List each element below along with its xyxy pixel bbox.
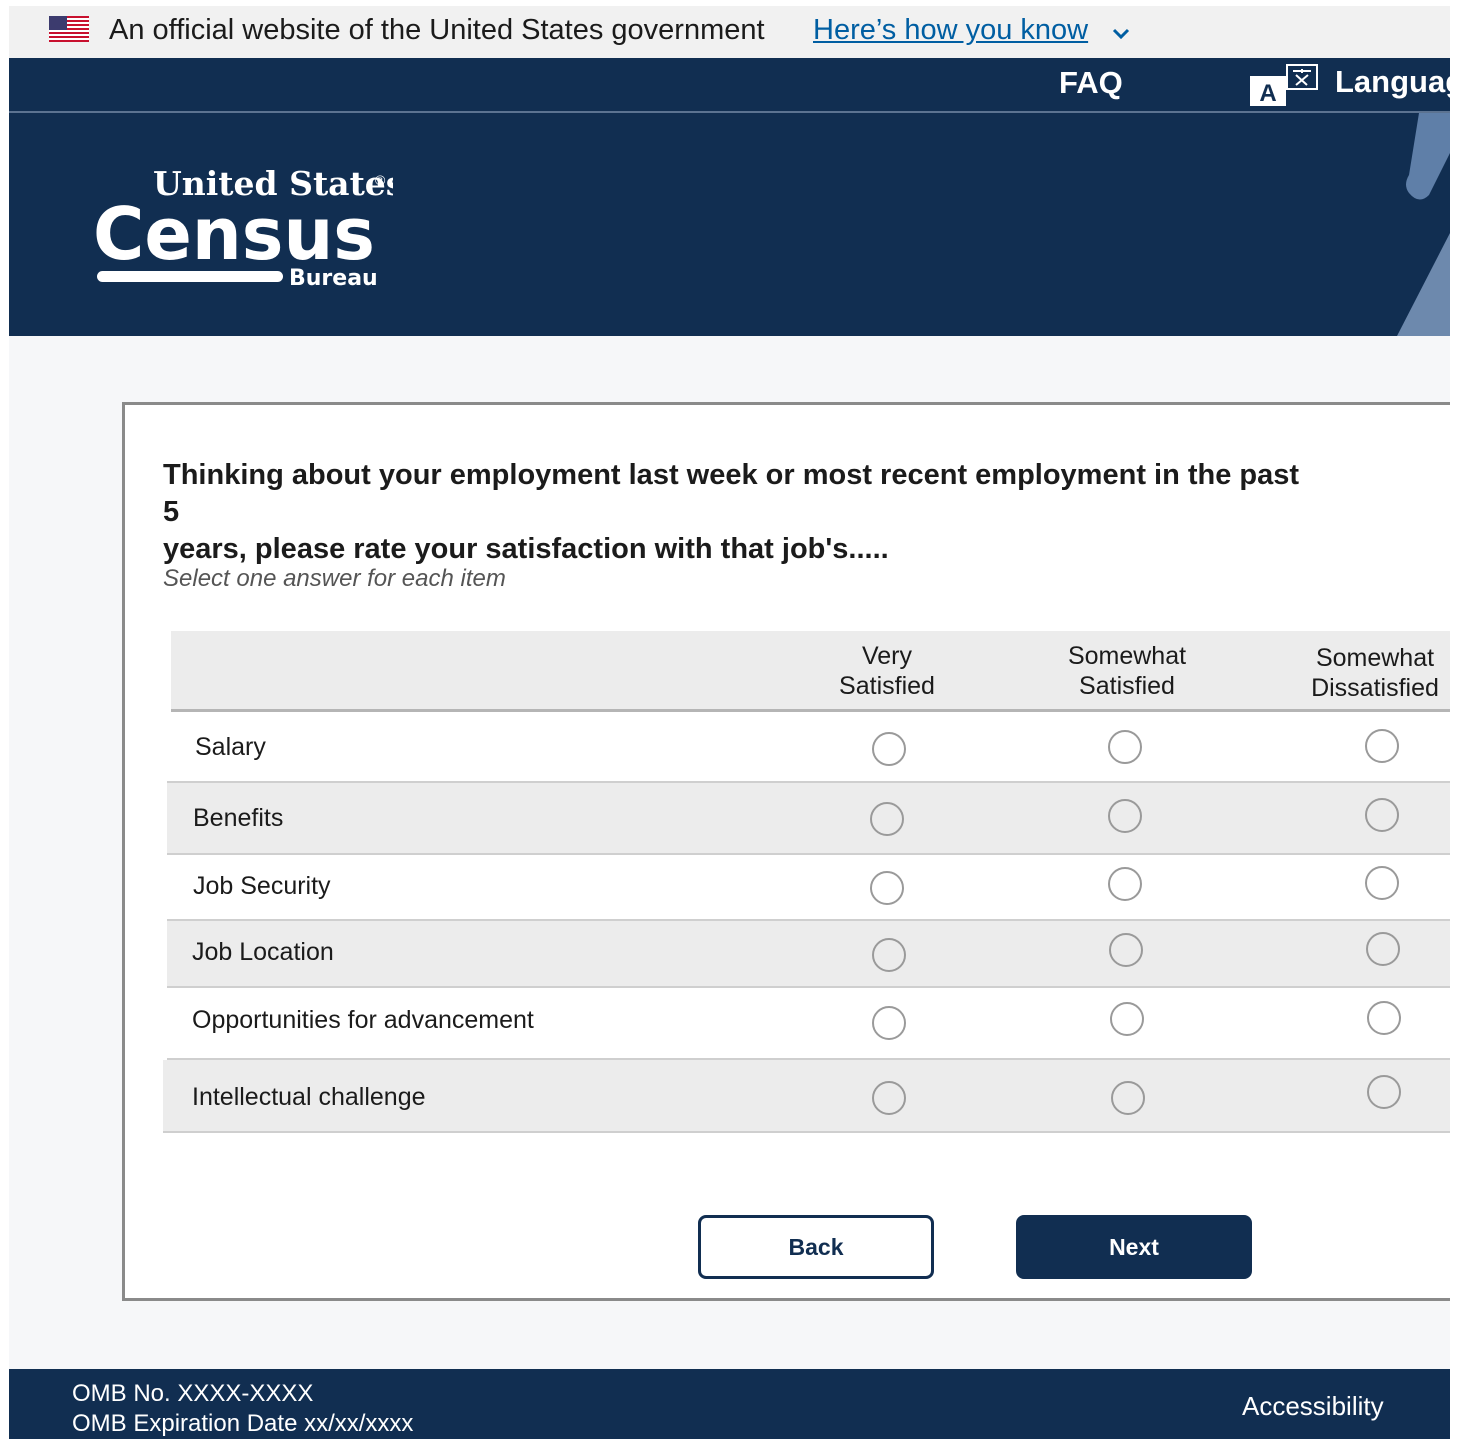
column-header-somewhat-satisfied: Somewhat Satisfied [1067, 642, 1187, 700]
row-label: Job Security [193, 872, 331, 900]
radio-opportunities-somewhat-satisfied[interactable] [1110, 1002, 1144, 1036]
chevron-down-icon[interactable] [1110, 22, 1132, 44]
header-stripe-decoration [1397, 113, 1450, 336]
table-row-intellectual-challenge: Intellectual challenge [163, 1060, 1450, 1133]
table-row-job-security: Job Security [167, 855, 1450, 921]
us-flag-icon [49, 16, 89, 42]
radio-salary-somewhat-dissatisfied[interactable] [1365, 729, 1399, 763]
radio-benefits-very-satisfied[interactable] [870, 802, 904, 836]
radio-benefits-somewhat-dissatisfied[interactable] [1365, 798, 1399, 832]
gov-banner-text: An official website of the United States… [109, 14, 765, 46]
gov-banner: An official website of the United States… [9, 6, 1450, 58]
radio-intellectual-challenge-very-satisfied[interactable] [872, 1081, 906, 1115]
svg-text:Bureau: Bureau [289, 266, 378, 291]
radio-job-security-somewhat-dissatisfied[interactable] [1365, 866, 1399, 900]
site-footer: OMB No. XXXX-XXXX OMB Expiration Date xx… [9, 1369, 1450, 1439]
heres-how-you-know-link[interactable]: Here’s how you know [813, 14, 1088, 47]
faq-link[interactable]: FAQ [1059, 65, 1123, 101]
radio-job-security-very-satisfied[interactable] [870, 871, 904, 905]
table-row-job-location: Job Location [167, 921, 1450, 988]
survey-card: Thinking about your employment last week… [122, 402, 1450, 1301]
row-label: Salary [195, 733, 266, 761]
row-label: Intellectual challenge [192, 1083, 426, 1111]
back-button[interactable]: Back [698, 1215, 934, 1279]
table-row-opportunities-for-advancement: Opportunities for advancement [167, 988, 1450, 1060]
table-row-benefits: Benefits [167, 783, 1450, 855]
language-icon[interactable]: A [1249, 63, 1321, 107]
column-header-somewhat-dissatisfied: Somewhat Dissatisfied [1311, 644, 1439, 702]
top-nav [9, 58, 1450, 112]
omb-info: OMB No. XXXX-XXXX OMB Expiration Date xx… [72, 1379, 413, 1439]
next-button[interactable]: Next [1016, 1215, 1252, 1279]
radio-job-security-somewhat-satisfied[interactable] [1108, 867, 1142, 901]
radio-salary-somewhat-satisfied[interactable] [1108, 730, 1142, 764]
svg-text:Census: Census [93, 192, 375, 276]
column-header-very-satisfied: Very Satisfied [839, 642, 935, 700]
question-text: Thinking about your employment last week… [163, 457, 1323, 568]
language-link[interactable]: Language [1335, 64, 1450, 100]
radio-benefits-somewhat-satisfied[interactable] [1108, 799, 1142, 833]
question-line-1: Thinking about your employment last week… [163, 459, 1300, 528]
svg-text:®: ® [375, 172, 386, 188]
table-header: Very Satisfied Somewhat Satisfied Somewh… [171, 631, 1450, 712]
accessibility-link[interactable]: Accessibility [1242, 1391, 1384, 1422]
instruction-text: Select one answer for each item [163, 565, 506, 592]
radio-job-location-somewhat-satisfied[interactable] [1109, 933, 1143, 967]
radio-job-location-very-satisfied[interactable] [872, 938, 906, 972]
question-line-2: years, please rate your satisfaction wit… [163, 533, 889, 565]
row-label: Benefits [193, 804, 284, 832]
radio-intellectual-challenge-somewhat-satisfied[interactable] [1111, 1081, 1145, 1115]
omb-expiration-date: OMB Expiration Date xx/xx/xxxx [72, 1410, 414, 1437]
site-header: United States ® Census Bureau [9, 113, 1450, 336]
omb-number: OMB No. XXXX-XXXX [72, 1380, 314, 1407]
row-label: Opportunities for advancement [192, 1006, 534, 1034]
radio-salary-very-satisfied[interactable] [872, 732, 906, 766]
table-row-salary: Salary [167, 712, 1450, 783]
svg-text:A: A [1259, 80, 1276, 107]
census-bureau-logo[interactable]: United States ® Census Bureau [93, 165, 393, 295]
radio-opportunities-somewhat-dissatisfied[interactable] [1367, 1001, 1401, 1035]
radio-opportunities-very-satisfied[interactable] [872, 1006, 906, 1040]
radio-job-location-somewhat-dissatisfied[interactable] [1366, 932, 1400, 966]
page-frame: An official website of the United States… [9, 6, 1450, 1439]
row-label: Job Location [192, 938, 334, 966]
radio-intellectual-challenge-somewhat-dissatisfied[interactable] [1367, 1075, 1401, 1109]
